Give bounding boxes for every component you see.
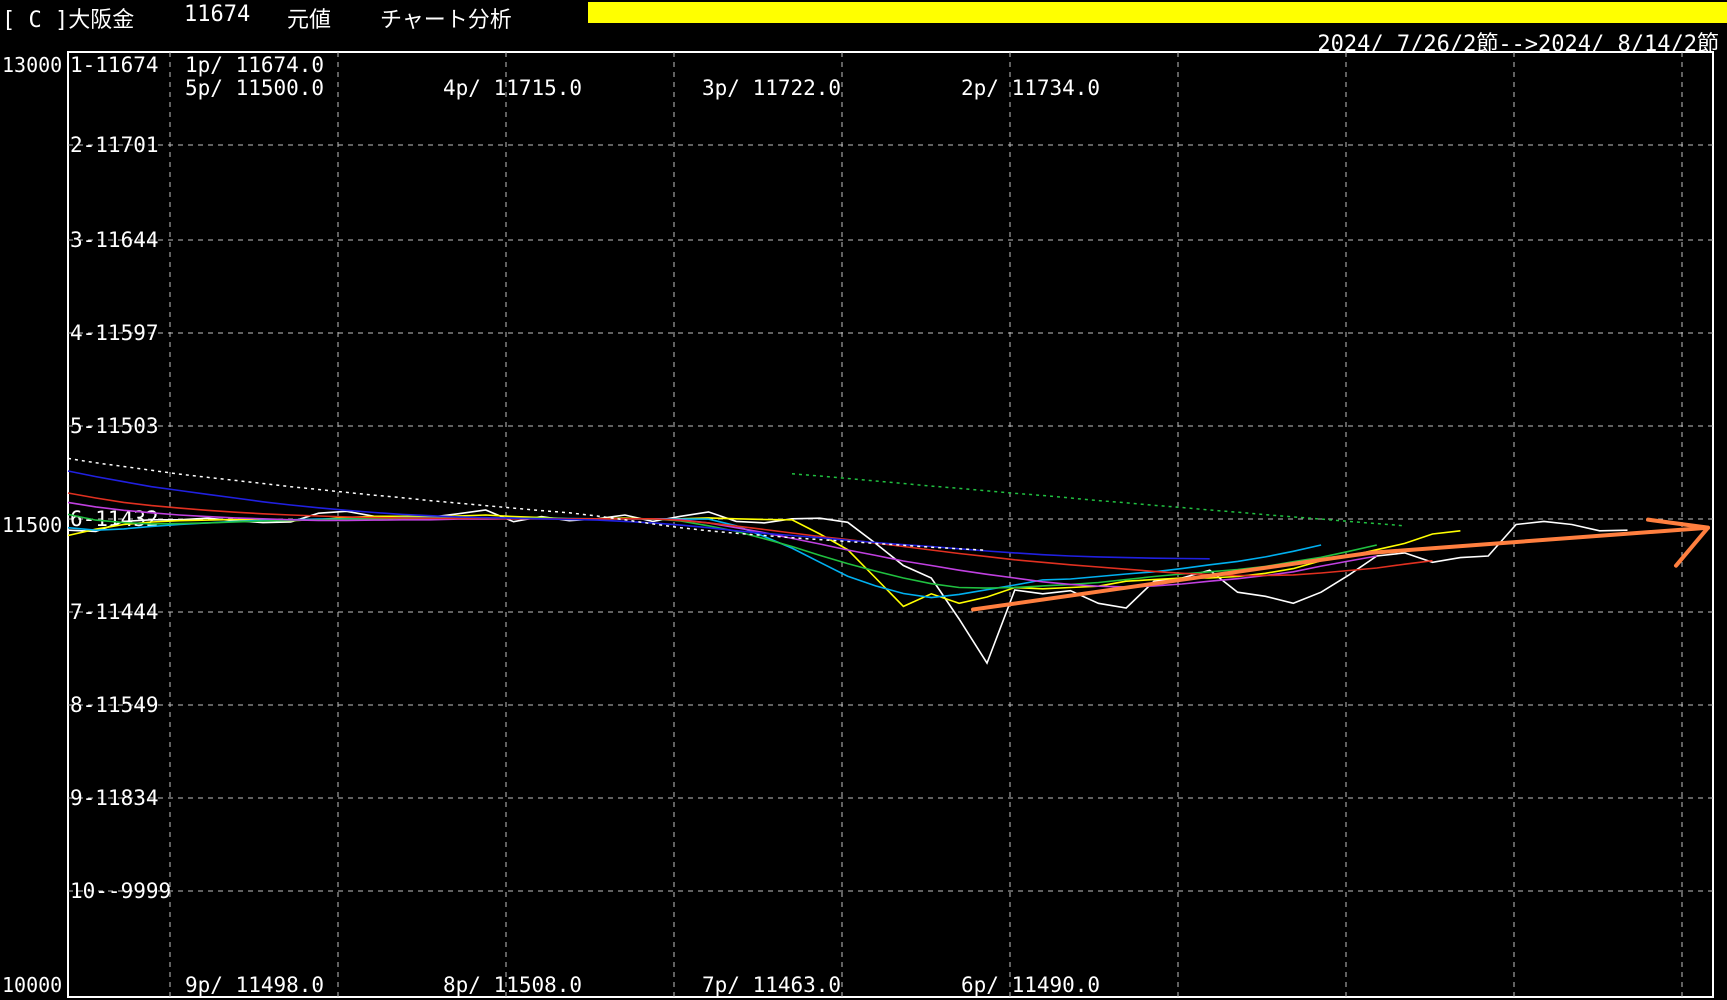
series-line-8 — [791, 473, 1405, 527]
level-label: 3-11644 — [70, 228, 159, 252]
pivot-label: 2p/ 11734.0 — [961, 76, 1100, 100]
pivot-label: 8p/ 11508.0 — [443, 973, 582, 997]
level-label: 10--9999 — [70, 879, 171, 903]
level-label: 8-11549 — [70, 693, 159, 717]
level-label: 5-11503 — [70, 414, 159, 438]
axis-label-bottom: 10000 — [2, 973, 62, 997]
pivot-label: 6p/ 11490.0 — [961, 973, 1100, 997]
pivot-label: 5p/ 11500.0 — [185, 76, 324, 100]
level-label: 9-11834 — [70, 786, 159, 810]
plot-frame — [67, 51, 1714, 998]
axis-label-top: 13000 — [2, 53, 62, 77]
series-line-6 — [67, 470, 1210, 560]
pivot-label: 9p/ 11498.0 — [185, 973, 324, 997]
level-labels: 1-116742-117013-116444-115975-115036-114… — [70, 53, 171, 903]
pivot-labels: 1p/ 11674.05p/ 11500.0 4p/ 11715.0 3p/ 117… — [185, 53, 1100, 997]
level-label: 2-11701 — [70, 133, 159, 157]
chart-area[interactable]: 1-116742-117013-116444-115975-115036-114… — [0, 0, 1727, 1000]
axis-label-mid: 11500 — [2, 513, 62, 537]
pivot-label: 7p/ 11463.0 — [702, 973, 841, 997]
pivot-label: 3p/ 11722.0 — [702, 76, 841, 100]
series-group — [67, 457, 1628, 665]
series-line-7 — [67, 457, 988, 552]
grid-lines — [68, 52, 1713, 997]
series-line-0 — [67, 509, 1628, 665]
level-label: 1-11674 — [70, 53, 159, 77]
pivot-label: 4p/ 11715.0 — [443, 76, 582, 100]
y-axis: 13000 11500 10000 — [2, 53, 62, 997]
level-label: 7-11444 — [70, 600, 159, 624]
level-label: 4-11597 — [70, 321, 159, 345]
trend-arrowhead — [1646, 517, 1710, 568]
pivot-label: 1p/ 11674.0 — [185, 53, 324, 77]
